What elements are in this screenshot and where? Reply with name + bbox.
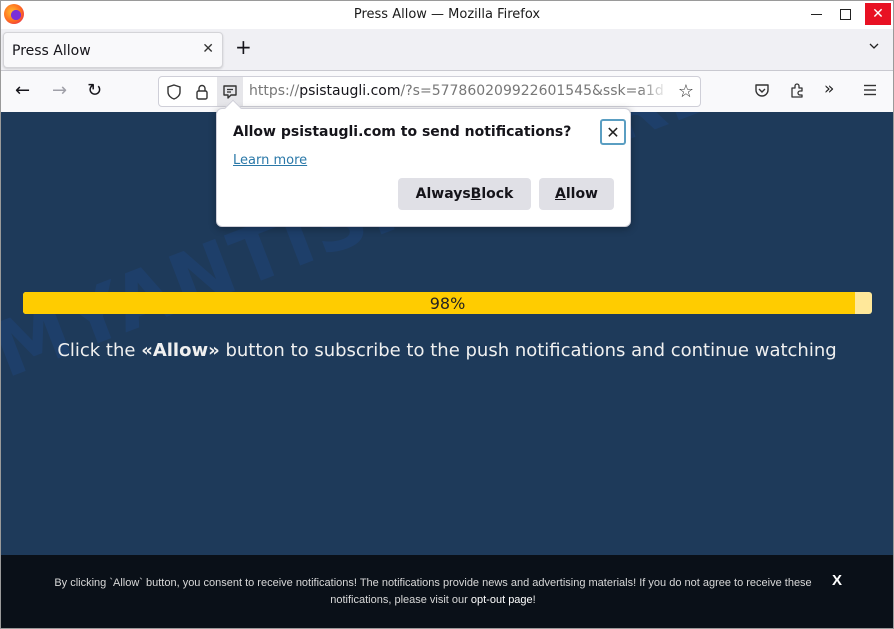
- block-label-pre: Always: [415, 186, 471, 202]
- url-fade: [639, 79, 669, 104]
- window-close-button[interactable]: ✕: [865, 3, 891, 25]
- url-host: psistaugli.com: [299, 83, 401, 99]
- allow-accesskey: A: [555, 186, 566, 202]
- navigation-toolbar: ← → ↻ https://psistaugli.com/?s=57786020…: [1, 71, 893, 112]
- learn-more-link[interactable]: Learn more: [233, 153, 307, 168]
- list-all-tabs-chevron-down-icon[interactable]: [869, 41, 879, 51]
- block-accesskey: B: [470, 186, 482, 202]
- url-path: /?s=577860209922601545&ssk=a1d: [400, 83, 664, 99]
- tab-close-button[interactable]: ✕: [202, 41, 214, 57]
- instruction-pre: Click the: [57, 340, 142, 361]
- url-scheme: https://: [249, 83, 300, 99]
- instruction-post: button to subscribe to the push notifica…: [219, 340, 837, 361]
- block-label-post: lock: [481, 186, 514, 202]
- minimize-button[interactable]: [801, 1, 831, 27]
- url-bar[interactable]: https://psistaugli.com/?s=57786020992260…: [158, 76, 701, 107]
- progress-bar: 98%: [23, 292, 872, 314]
- firefox-window: Press Allow — Mozilla Firefox ✕ Press Al…: [0, 0, 894, 629]
- tab-press-allow[interactable]: Press Allow ✕: [3, 32, 223, 68]
- reload-button[interactable]: ↻: [87, 81, 102, 101]
- allow-button[interactable]: Allow: [539, 178, 614, 210]
- popup-title: Allow psistaugli.com to send notificatio…: [233, 124, 572, 140]
- banner-text: By clicking `Allow` button, you consent …: [51, 575, 815, 609]
- instruction-allow: «Allow»: [141, 340, 220, 361]
- tab-bar: Press Allow ✕ +: [1, 29, 893, 71]
- forward-button[interactable]: →: [52, 81, 67, 101]
- popup-close-button[interactable]: ✕: [600, 119, 626, 145]
- banner-message-end: !: [532, 594, 536, 606]
- lock-icon[interactable]: [193, 83, 211, 101]
- shield-icon[interactable]: [165, 83, 183, 101]
- overflow-menu-icon[interactable]: »: [824, 79, 842, 99]
- url-text[interactable]: https://psistaugli.com/?s=57786020992260…: [249, 83, 669, 99]
- pocket-icon[interactable]: [753, 81, 771, 99]
- maximize-button[interactable]: [830, 1, 860, 27]
- opt-out-link[interactable]: opt-out page: [471, 594, 533, 606]
- notification-permission-icon: [223, 85, 237, 99]
- bookmark-star-icon[interactable]: ☆: [678, 81, 694, 102]
- title-bar: Press Allow — Mozilla Firefox ✕: [1, 1, 893, 29]
- progress-label: 98%: [429, 294, 466, 313]
- instruction-text: Click the «Allow» button to subscribe to…: [1, 340, 893, 361]
- back-button[interactable]: ←: [15, 81, 30, 101]
- maximize-icon: [839, 8, 851, 20]
- minimize-icon: [810, 13, 822, 15]
- extensions-icon[interactable]: [789, 81, 807, 99]
- window-title: Press Allow — Mozilla Firefox: [353, 7, 541, 22]
- banner-message: By clicking `Allow` button, you consent …: [54, 577, 812, 606]
- notification-permission-popup: Allow psistaugli.com to send notificatio…: [216, 99, 631, 227]
- hamburger-menu-icon[interactable]: [861, 81, 879, 99]
- allow-label-post: llow: [565, 186, 598, 202]
- tab-label: Press Allow: [12, 43, 91, 59]
- consent-banner: By clicking `Allow` button, you consent …: [1, 555, 893, 628]
- always-block-button[interactable]: Always Block: [398, 178, 531, 210]
- banner-close-button[interactable]: X: [832, 572, 842, 589]
- new-tab-button[interactable]: +: [235, 37, 252, 57]
